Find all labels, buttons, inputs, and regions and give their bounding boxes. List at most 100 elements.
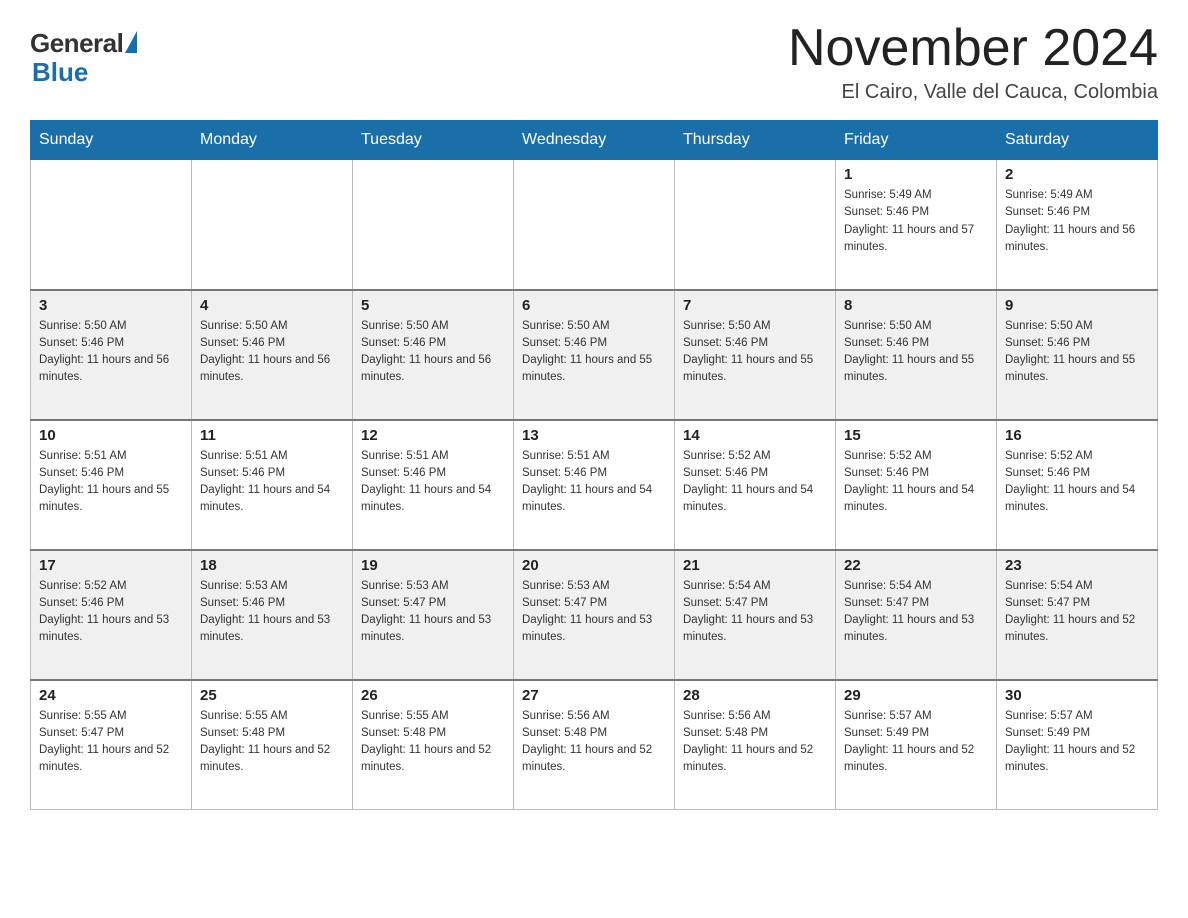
day-number: 14	[683, 427, 827, 444]
day-info: Sunrise: 5:50 AMSunset: 5:46 PMDaylight:…	[200, 318, 344, 387]
day-number: 7	[683, 297, 827, 314]
calendar-cell: 24 Sunrise: 5:55 AMSunset: 5:47 PMDayligh…	[31, 680, 192, 810]
day-number: 18	[200, 557, 344, 574]
header-day-saturday: Saturday	[997, 121, 1158, 160]
day-number: 21	[683, 557, 827, 574]
day-info: Sunrise: 5:55 AMSunset: 5:47 PMDaylight:…	[39, 708, 183, 777]
day-number: 22	[844, 557, 988, 574]
day-number: 2	[1005, 166, 1149, 183]
day-number: 12	[361, 427, 505, 444]
day-info: Sunrise: 5:49 AMSunset: 5:46 PMDaylight:…	[844, 187, 988, 256]
calendar-cell: 22 Sunrise: 5:54 AMSunset: 5:47 PMDayligh…	[836, 550, 997, 680]
day-info: Sunrise: 5:53 AMSunset: 5:47 PMDaylight:…	[522, 578, 666, 647]
calendar-cell	[675, 160, 836, 290]
day-number: 24	[39, 687, 183, 704]
day-number: 1	[844, 166, 988, 183]
day-info: Sunrise: 5:54 AMSunset: 5:47 PMDaylight:…	[844, 578, 988, 647]
calendar-cell: 13Sunrise: 5:51 AMSunset: 5:46 PMDayligh…	[514, 420, 675, 550]
calendar-cell: 6Sunrise: 5:50 AMSunset: 5:46 PMDaylight…	[514, 290, 675, 420]
day-number: 23	[1005, 557, 1149, 574]
calendar-cell: 11Sunrise: 5:51 AMSunset: 5:46 PMDayligh…	[192, 420, 353, 550]
day-info: Sunrise: 5:56 AMSunset: 5:48 PMDaylight:…	[522, 708, 666, 777]
header-day-thursday: Thursday	[675, 121, 836, 160]
day-info: Sunrise: 5:54 AMSunset: 5:47 PMDaylight:…	[683, 578, 827, 647]
day-info: Sunrise: 5:53 AMSunset: 5:46 PMDaylight:…	[200, 578, 344, 647]
day-info: Sunrise: 5:55 AMSunset: 5:48 PMDaylight:…	[200, 708, 344, 777]
location-title: El Cairo, Valle del Cauca, Colombia	[788, 81, 1158, 104]
day-number: 8	[844, 297, 988, 314]
day-number: 16	[1005, 427, 1149, 444]
day-info: Sunrise: 5:49 AMSunset: 5:46 PMDaylight:…	[1005, 187, 1149, 256]
header: General Blue November 2024 El Cairo, Val…	[30, 20, 1158, 104]
calendar-cell: 9 Sunrise: 5:50 AMSunset: 5:46 PMDaylight…	[997, 290, 1158, 420]
month-title: November 2024	[788, 20, 1158, 77]
calendar-cell: 19Sunrise: 5:53 AMSunset: 5:47 PMDayligh…	[353, 550, 514, 680]
calendar-cell	[192, 160, 353, 290]
header-day-monday: Monday	[192, 121, 353, 160]
calendar-cell: 14 Sunrise: 5:52 AMSunset: 5:46 PMDayligh…	[675, 420, 836, 550]
day-number: 28	[683, 687, 827, 704]
day-info: Sunrise: 5:50 AMSunset: 5:46 PMDaylight:…	[39, 318, 183, 387]
day-number: 11	[200, 427, 344, 444]
logo-blue-text: Blue	[32, 57, 88, 88]
logo-general-text: General	[30, 28, 123, 59]
logo-triangle-icon	[125, 31, 137, 53]
calendar-cell: 4Sunrise: 5:50 AMSunset: 5:46 PMDaylight…	[192, 290, 353, 420]
calendar-cell: 1 Sunrise: 5:49 AMSunset: 5:46 PMDaylight…	[836, 160, 997, 290]
day-number: 15	[844, 427, 988, 444]
day-info: Sunrise: 5:57 AMSunset: 5:49 PMDaylight:…	[1005, 708, 1149, 777]
calendar-cell: 2 Sunrise: 5:49 AMSunset: 5:46 PMDaylight…	[997, 160, 1158, 290]
day-number: 29	[844, 687, 988, 704]
calendar-cell: 10 Sunrise: 5:51 AMSunset: 5:46 PMDayligh…	[31, 420, 192, 550]
calendar-cell: 16 Sunrise: 5:52 AMSunset: 5:46 PMDayligh…	[997, 420, 1158, 550]
header-row: SundayMondayTuesdayWednesdayThursdayFrid…	[31, 121, 1158, 160]
day-number: 5	[361, 297, 505, 314]
day-number: 3	[39, 297, 183, 314]
day-number: 17	[39, 557, 183, 574]
day-info: Sunrise: 5:52 AMSunset: 5:46 PMDaylight:…	[39, 578, 183, 647]
day-info: Sunrise: 5:57 AMSunset: 5:49 PMDaylight:…	[844, 708, 988, 777]
calendar-cell: 18 Sunrise: 5:53 AMSunset: 5:46 PMDayligh…	[192, 550, 353, 680]
calendar-cell	[31, 160, 192, 290]
day-number: 9	[1005, 297, 1149, 314]
header-day-friday: Friday	[836, 121, 997, 160]
day-info: Sunrise: 5:55 AMSunset: 5:48 PMDaylight:…	[361, 708, 505, 777]
week-row-2: 3 Sunrise: 5:50 AMSunset: 5:46 PMDaylight…	[31, 290, 1158, 420]
day-info: Sunrise: 5:52 AMSunset: 5:46 PMDaylight:…	[683, 448, 827, 517]
calendar-cell: 8 Sunrise: 5:50 AMSunset: 5:46 PMDaylight…	[836, 290, 997, 420]
day-number: 26	[361, 687, 505, 704]
title-section: November 2024 El Cairo, Valle del Cauca,…	[788, 20, 1158, 104]
day-info: Sunrise: 5:51 AMSunset: 5:46 PMDaylight:…	[39, 448, 183, 517]
calendar-cell: 20 Sunrise: 5:53 AMSunset: 5:47 PMDayligh…	[514, 550, 675, 680]
calendar-cell: 27Sunrise: 5:56 AMSunset: 5:48 PMDayligh…	[514, 680, 675, 810]
day-info: Sunrise: 5:52 AMSunset: 5:46 PMDaylight:…	[1005, 448, 1149, 517]
week-row-1: 1 Sunrise: 5:49 AMSunset: 5:46 PMDaylight…	[31, 160, 1158, 290]
day-info: Sunrise: 5:50 AMSunset: 5:46 PMDaylight:…	[1005, 318, 1149, 387]
day-info: Sunrise: 5:52 AMSunset: 5:46 PMDaylight:…	[844, 448, 988, 517]
day-number: 13	[522, 427, 666, 444]
day-info: Sunrise: 5:56 AMSunset: 5:48 PMDaylight:…	[683, 708, 827, 777]
calendar-cell: 28 Sunrise: 5:56 AMSunset: 5:48 PMDayligh…	[675, 680, 836, 810]
week-row-4: 17 Sunrise: 5:52 AMSunset: 5:46 PMDayligh…	[31, 550, 1158, 680]
logo: General Blue	[30, 20, 137, 88]
calendar-cell	[514, 160, 675, 290]
calendar-table: SundayMondayTuesdayWednesdayThursdayFrid…	[30, 120, 1158, 810]
day-number: 20	[522, 557, 666, 574]
calendar-cell: 26 Sunrise: 5:55 AMSunset: 5:48 PMDayligh…	[353, 680, 514, 810]
calendar-cell: 5Sunrise: 5:50 AMSunset: 5:46 PMDaylight…	[353, 290, 514, 420]
day-info: Sunrise: 5:50 AMSunset: 5:46 PMDaylight:…	[844, 318, 988, 387]
week-row-5: 24 Sunrise: 5:55 AMSunset: 5:47 PMDayligh…	[31, 680, 1158, 810]
day-info: Sunrise: 5:53 AMSunset: 5:47 PMDaylight:…	[361, 578, 505, 647]
header-day-tuesday: Tuesday	[353, 121, 514, 160]
calendar-cell: 7Sunrise: 5:50 AMSunset: 5:46 PMDaylight…	[675, 290, 836, 420]
day-number: 6	[522, 297, 666, 314]
calendar-cell: 29 Sunrise: 5:57 AMSunset: 5:49 PMDayligh…	[836, 680, 997, 810]
week-row-3: 10 Sunrise: 5:51 AMSunset: 5:46 PMDayligh…	[31, 420, 1158, 550]
calendar-cell: 25Sunrise: 5:55 AMSunset: 5:48 PMDayligh…	[192, 680, 353, 810]
calendar-cell: 21 Sunrise: 5:54 AMSunset: 5:47 PMDayligh…	[675, 550, 836, 680]
calendar-cell: 23Sunrise: 5:54 AMSunset: 5:47 PMDayligh…	[997, 550, 1158, 680]
day-info: Sunrise: 5:51 AMSunset: 5:46 PMDaylight:…	[361, 448, 505, 517]
day-number: 10	[39, 427, 183, 444]
header-day-wednesday: Wednesday	[514, 121, 675, 160]
calendar-cell	[353, 160, 514, 290]
